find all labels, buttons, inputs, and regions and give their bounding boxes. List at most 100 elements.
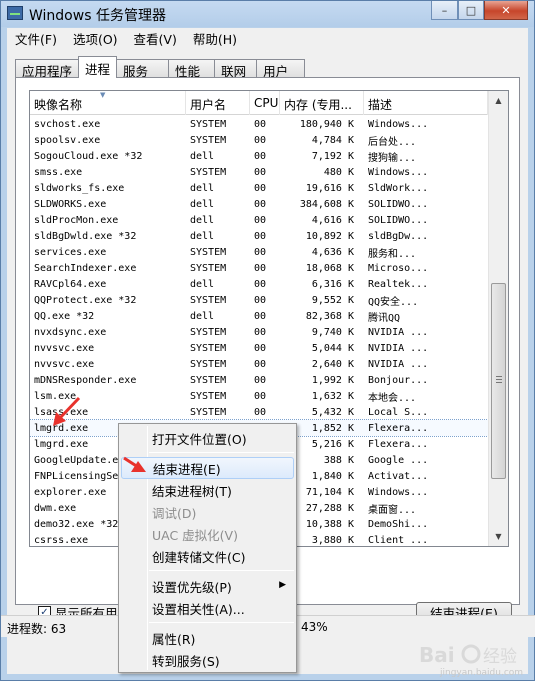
description-cell: Windows... [368, 118, 429, 130]
table-row[interactable]: spoolsv.exe SYSTEM 00 4,784 K 后台处... [30, 132, 488, 148]
user-name-cell: dell [190, 230, 215, 242]
memory-cell: 480 K [323, 166, 354, 178]
tab-applications[interactable]: 应用程序 [15, 59, 80, 79]
context-menu-item[interactable]: 设置相关性(A)... [121, 597, 294, 619]
user-name-cell: SYSTEM [190, 294, 227, 306]
task-manager-icon [7, 6, 23, 20]
memory-cell: 9,740 K [311, 326, 354, 338]
table-row[interactable]: sldworks_fs.exe dell 00 19,616 K SldWork... [30, 180, 488, 196]
context-menu-item: UAC 虚拟化(V) [121, 523, 294, 545]
description-cell: Google ... [368, 454, 429, 466]
tab-performance[interactable]: 性能 [168, 59, 216, 79]
context-menu-item-label: 创建转储文件(C) [152, 549, 246, 565]
cpu-cell: 00 [254, 294, 267, 306]
menu-view[interactable]: 查看(V) [126, 29, 185, 48]
memory-cell: 5,044 K [311, 342, 354, 354]
tab-services[interactable]: 服务 [116, 59, 170, 79]
memory-cell: 4,784 K [311, 134, 354, 146]
context-menu-item-label: 转到服务(S) [152, 653, 220, 669]
tab-processes[interactable]: 进程 [78, 56, 118, 78]
column-cpu[interactable]: CPU [250, 91, 280, 115]
table-row[interactable]: QQProtect.exe *32 SYSTEM 00 9,552 K QQ安全... [30, 292, 488, 308]
table-row[interactable]: mDNSResponder.exe SYSTEM 00 1,992 K Bonjour.… [30, 372, 488, 388]
tab-strip: 应用程序 进程 服务 性能 联网 用户 [15, 56, 306, 79]
description-cell: NVIDIA ... [368, 342, 429, 354]
table-row[interactable]: sldBgDwld.exe *32 dell 00 10,892 K sldBgDw..… [30, 228, 488, 244]
window-title: Windows 任务管理器 [29, 8, 166, 24]
table-row[interactable]: svchost.exe SYSTEM 00 180,940 K Windows... [30, 116, 488, 132]
memory-cell: 1,632 K [311, 390, 354, 402]
scrollbar-thumb[interactable] [491, 283, 506, 479]
description-cell: Windows... [368, 486, 429, 498]
memory-cell: 384,608 K [299, 198, 354, 210]
memory-cell: 2,640 K [311, 358, 354, 370]
memory-cell: 4,636 K [311, 246, 354, 258]
column-user-name[interactable]: 用户名 [186, 91, 250, 115]
image-name-cell: smss.exe [34, 166, 83, 178]
image-name-cell: services.exe [34, 246, 107, 258]
tab-networking[interactable]: 联网 [214, 59, 258, 79]
user-name-cell: SYSTEM [190, 262, 227, 274]
cpu-cell: 00 [254, 406, 267, 418]
context-menu-item[interactable]: 打开文件位置(O) [121, 427, 294, 449]
menu-help[interactable]: 帮助(H) [185, 29, 245, 48]
close-button[interactable]: ✕ [484, 1, 528, 20]
image-name-cell: spoolsv.exe [34, 134, 101, 146]
title-bar[interactable]: Windows 任务管理器 – □ ✕ [1, 1, 534, 27]
submenu-arrow-icon: ▶ [279, 580, 286, 590]
memory-cell: 82,368 K [305, 310, 354, 322]
table-row[interactable]: services.exe SYSTEM 00 4,636 K 服务和... [30, 244, 488, 260]
scroll-up-icon[interactable]: ▲ [489, 92, 508, 109]
table-row[interactable]: QQ.exe *32 dell 00 82,368 K 腾讯QQ [30, 308, 488, 324]
table-row[interactable]: SearchIndexer.exe SYSTEM 00 18,068 K Microso… [30, 260, 488, 276]
menu-file[interactable]: 文件(F) [7, 29, 65, 48]
column-image-name[interactable]: ▼ 映像名称 [30, 91, 186, 115]
user-name-cell: SYSTEM [190, 246, 227, 258]
tab-users[interactable]: 用户 [256, 59, 306, 79]
context-menu-item-label: 调试(D) [152, 505, 197, 521]
description-cell: Bonjour... [368, 374, 429, 386]
user-name-cell: dell [190, 150, 215, 162]
context-menu-item-label: UAC 虚拟化(V) [152, 527, 238, 543]
table-row[interactable]: SogouCloud.exe *32 dell 00 7,192 K 搜狗输... [30, 148, 488, 164]
context-menu-item[interactable]: 结束进程(E) [121, 457, 294, 479]
table-row[interactable]: lsass.exe SYSTEM 00 5,432 K Local S... [30, 404, 488, 420]
description-cell: Windows... [368, 166, 429, 178]
watermark-url: jingyan.baidu.com [440, 668, 524, 678]
table-row[interactable]: nvvsvc.exe SYSTEM 00 5,044 K NVIDIA ... [30, 340, 488, 356]
table-row[interactable]: SLDWORKS.exe dell 00 384,608 K SOLIDWO... [30, 196, 488, 212]
cpu-cell: 00 [254, 214, 267, 226]
context-menu-item[interactable]: 创建转储文件(C) [121, 545, 294, 567]
menu-options[interactable]: 选项(O) [65, 29, 126, 48]
cpu-cell: 00 [254, 358, 267, 370]
table-row[interactable]: sldProcMon.exe dell 00 4,616 K SOLIDWO... [30, 212, 488, 228]
user-name-cell: dell [190, 310, 215, 322]
context-menu: 打开文件位置(O) 结束进程(E) 结束进程树(T) 调试(D) UAC 虚拟化(V) 创… [118, 423, 297, 673]
table-row[interactable]: RAVCpl64.exe dell 00 6,316 K Realtek... [30, 276, 488, 292]
cpu-cell: 00 [254, 230, 267, 242]
cpu-cell: 00 [254, 118, 267, 130]
vertical-scrollbar[interactable]: ▲ ▼ [488, 91, 508, 546]
column-memory[interactable]: 内存 (专用... [280, 91, 364, 115]
maximize-button[interactable]: □ [458, 1, 484, 20]
context-menu-item[interactable]: 结束进程树(T) [121, 479, 294, 501]
svg-text:经验: 经验 [483, 647, 517, 667]
description-cell: 本地会... [368, 392, 417, 404]
context-menu-item[interactable]: 属性(R) [121, 627, 294, 649]
table-row[interactable]: nvxdsync.exe SYSTEM 00 9,740 K NVIDIA ... [30, 324, 488, 340]
context-menu-item[interactable]: 设置优先级(P) ▶ [121, 575, 294, 597]
table-row[interactable]: lsm.exe SYSTEM 00 1,632 K 本地会... [30, 388, 488, 404]
user-name-cell: dell [190, 182, 215, 194]
column-description[interactable]: 描述 [364, 91, 488, 115]
scroll-down-icon[interactable]: ▼ [489, 528, 508, 545]
menu-separator [149, 622, 294, 623]
cpu-cell: 00 [254, 262, 267, 274]
description-cell: sldBgDw... [368, 230, 429, 242]
minimize-button[interactable]: – [431, 1, 458, 20]
cpu-cell: 00 [254, 342, 267, 354]
context-menu-item[interactable]: 转到服务(S) [121, 649, 294, 671]
description-cell: Activat... [368, 470, 429, 482]
table-row[interactable]: nvvsvc.exe SYSTEM 00 2,640 K NVIDIA ... [30, 356, 488, 372]
image-name-cell: QQ.exe *32 [34, 310, 95, 322]
table-row[interactable]: smss.exe SYSTEM 00 480 K Windows... [30, 164, 488, 180]
